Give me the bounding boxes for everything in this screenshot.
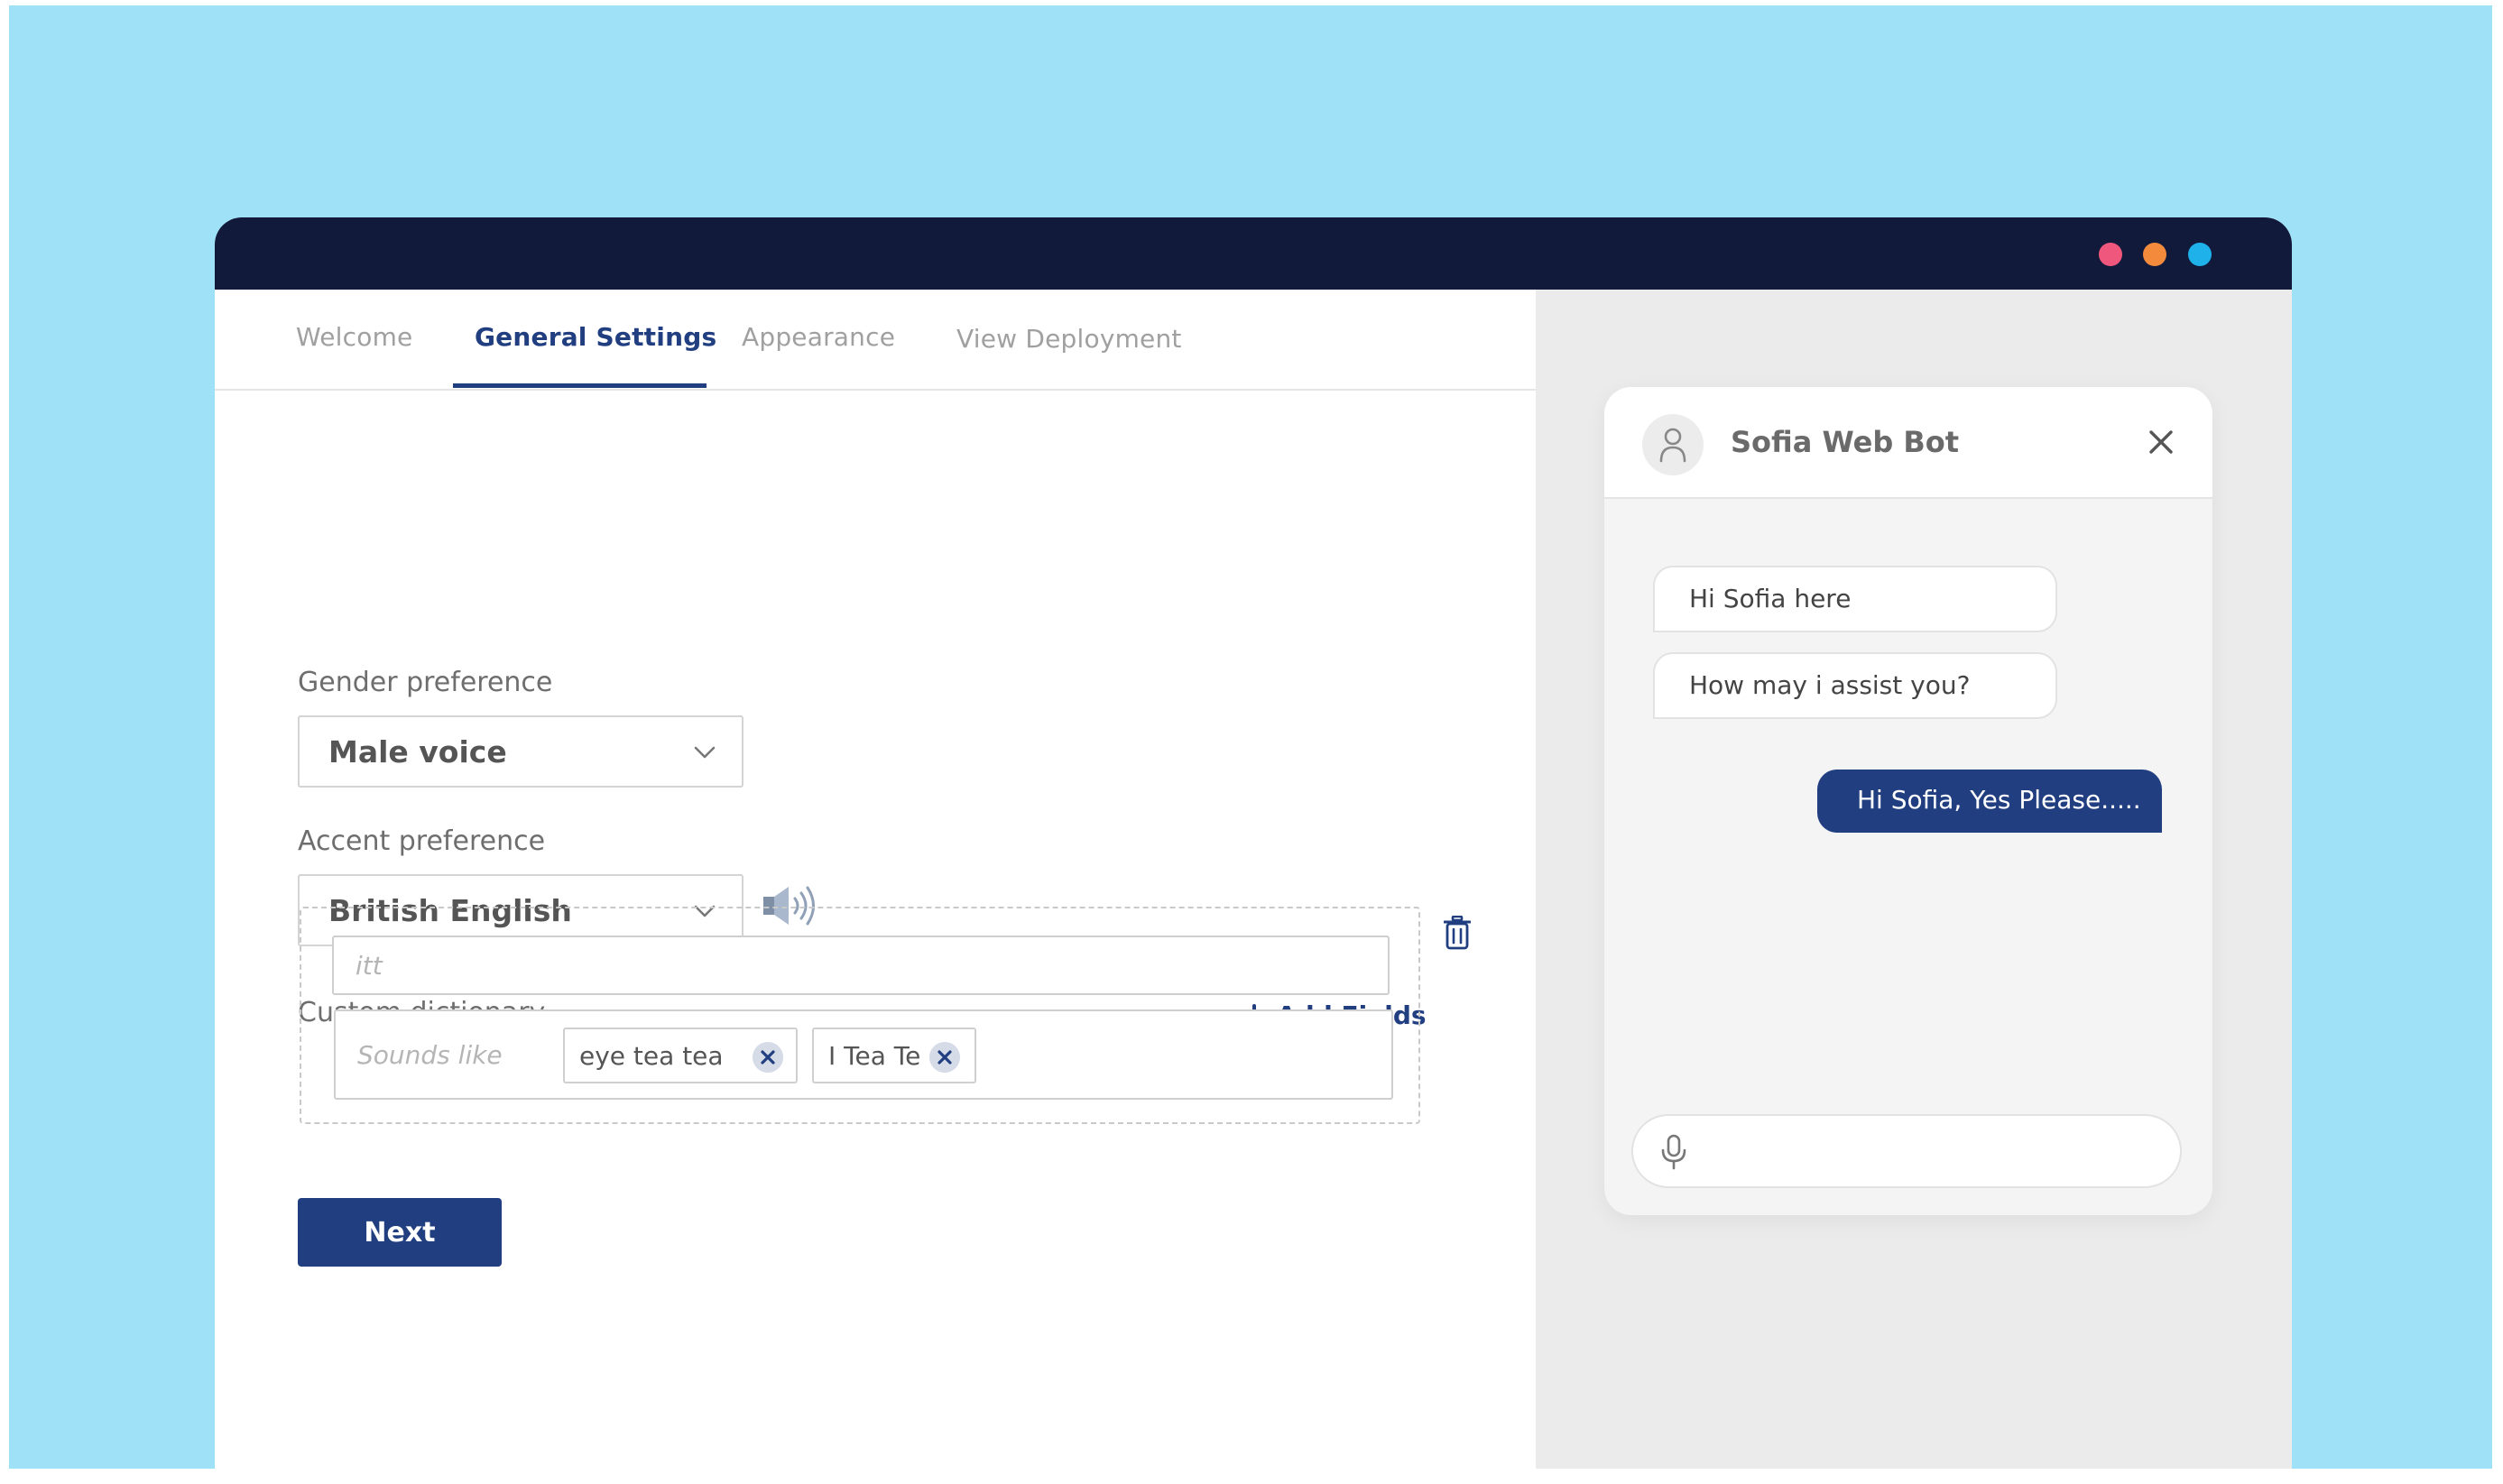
dictionary-entry-box: Sounds like eye tea tea I Tea Te: [300, 907, 1420, 1124]
window-maximize-dot[interactable]: [2188, 243, 2212, 266]
gender-preference-label: Gender preference: [298, 667, 553, 698]
sounds-like-chip: I Tea Te: [812, 1028, 976, 1083]
next-button[interactable]: Next: [298, 1198, 502, 1267]
close-icon[interactable]: [2146, 427, 2176, 457]
window-minimize-dot[interactable]: [2143, 243, 2166, 266]
trash-icon[interactable]: [1444, 916, 1471, 950]
gender-select-value: Male voice: [328, 734, 507, 770]
remove-chip-icon[interactable]: [753, 1042, 783, 1073]
user-icon: [1659, 428, 1686, 463]
chat-input[interactable]: [1631, 1114, 2182, 1188]
user-message-text: Hi Sofia, Yes Please.....: [1857, 785, 2141, 815]
microphone-icon[interactable]: [1660, 1134, 1687, 1170]
sounds-like-field[interactable]: Sounds like eye tea tea I Tea Te: [334, 1009, 1393, 1100]
preview-pane: Sofia Web Bot Hi Sofia here How may i as…: [1536, 290, 2292, 1469]
settings-pane: Welcome General Settings Appearance View…: [215, 290, 1536, 1469]
chat-widget: Sofia Web Bot Hi Sofia here How may i as…: [1604, 387, 2212, 1215]
chevron-down-icon: [694, 746, 716, 759]
bot-message: How may i assist you?: [1653, 652, 2057, 719]
dictionary-word-input[interactable]: [332, 936, 1390, 995]
avatar: [1642, 414, 1704, 475]
bot-message-text: Hi Sofia here: [1689, 584, 1852, 613]
active-tab-indicator: [453, 383, 707, 388]
app-window: Welcome General Settings Appearance View…: [215, 217, 2292, 1469]
accent-preference-label: Accent preference: [298, 825, 546, 857]
sounds-like-placeholder: Sounds like: [357, 1040, 503, 1070]
window-titlebar: [215, 217, 2292, 290]
bot-message-text: How may i assist you?: [1689, 670, 1971, 700]
window-close-dot[interactable]: [2099, 243, 2122, 266]
user-message: Hi Sofia, Yes Please.....: [1817, 770, 2162, 833]
tab-appearance[interactable]: Appearance: [742, 322, 895, 352]
chat-header: Sofia Web Bot: [1604, 387, 2212, 499]
tab-bar: Welcome General Settings Appearance View…: [215, 290, 1536, 391]
tab-general-settings[interactable]: General Settings: [475, 322, 716, 352]
bot-name: Sofia Web Bot: [1731, 425, 1960, 459]
chip-label: I Tea Te: [828, 1041, 921, 1071]
bot-message: Hi Sofia here: [1653, 566, 2057, 632]
tab-welcome[interactable]: Welcome: [296, 322, 412, 352]
gender-select[interactable]: Male voice: [298, 715, 744, 788]
sounds-like-chip: eye tea tea: [563, 1028, 798, 1083]
chip-label: eye tea tea: [579, 1041, 724, 1071]
tab-view-deployment[interactable]: View Deployment: [956, 324, 1182, 354]
remove-chip-icon[interactable]: [929, 1042, 960, 1073]
